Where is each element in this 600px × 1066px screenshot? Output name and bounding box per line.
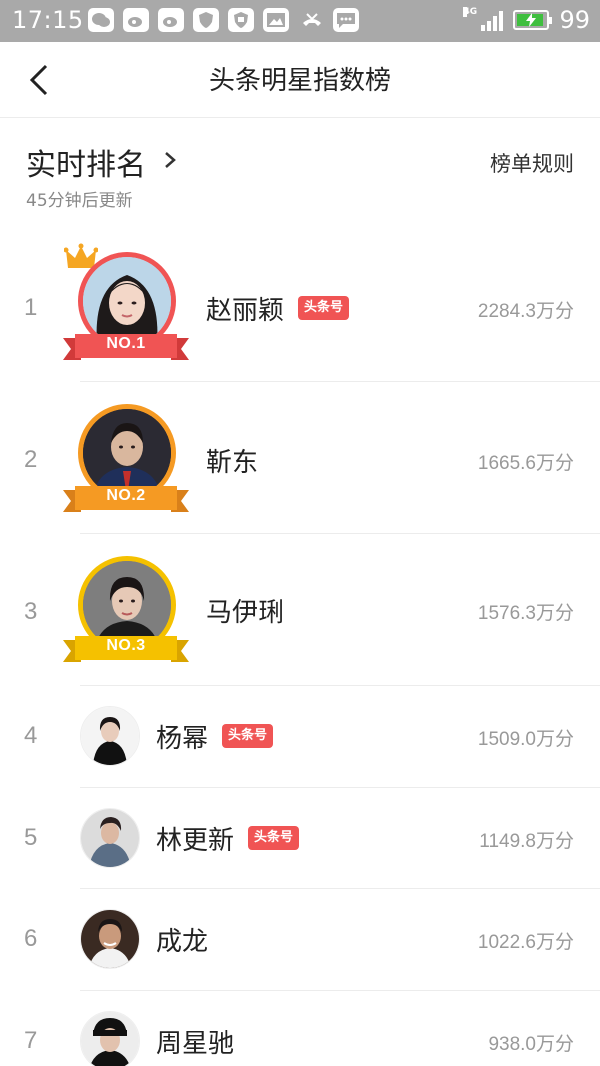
notification-icons bbox=[88, 8, 359, 32]
toutiao-badge: 头条号 bbox=[222, 724, 274, 748]
status-bar: 17:15 4G 99 bbox=[0, 0, 600, 42]
ranking-row-5[interactable]: 5 林更新 头条号 1149.8万分 bbox=[0, 788, 600, 889]
rank-number: 3 bbox=[24, 598, 38, 625]
score: 1022.6万分 bbox=[477, 932, 574, 953]
avatar bbox=[80, 909, 140, 969]
star-name[interactable]: 杨幂 bbox=[156, 718, 208, 755]
rules-link[interactable]: 榜单规则 bbox=[490, 148, 574, 178]
star-name[interactable]: 靳东 bbox=[206, 442, 258, 479]
star-name[interactable]: 赵丽颖 bbox=[206, 290, 284, 327]
missed-call-icon bbox=[298, 8, 324, 32]
update-note: 45分钟后更新 bbox=[26, 191, 133, 211]
rank-number: 7 bbox=[24, 1027, 38, 1054]
message-icon bbox=[333, 8, 359, 32]
medal-label: NO.3 bbox=[106, 637, 146, 654]
page-title: 头条明星指数榜 bbox=[208, 66, 391, 96]
rank-number: 1 bbox=[24, 294, 38, 321]
nav-bar: 头条明星指数榜 bbox=[0, 42, 600, 118]
ranking-row-2[interactable]: 2 NO.2 靳东 1665.6万分 bbox=[0, 382, 600, 534]
status-right: 4G 99 bbox=[463, 6, 590, 34]
avatar bbox=[80, 808, 140, 868]
ranking-row-1[interactable]: 1 NO.1 赵丽颖 头条号 2284.3万分 bbox=[0, 230, 600, 382]
chevron-right-icon[interactable] bbox=[162, 150, 178, 170]
rank-number: 5 bbox=[24, 824, 38, 851]
rank-number: 6 bbox=[24, 925, 38, 952]
star-name[interactable]: 成龙 bbox=[156, 921, 208, 958]
score: 2284.3万分 bbox=[477, 301, 574, 322]
star-name[interactable]: 周星驰 bbox=[156, 1023, 234, 1060]
score: 1149.8万分 bbox=[479, 831, 574, 852]
shield-icon bbox=[193, 8, 219, 32]
score: 1576.3万分 bbox=[477, 603, 574, 624]
status-time: 17:15 bbox=[12, 6, 84, 34]
star-name[interactable]: 林更新 bbox=[156, 820, 234, 857]
ranking-row-7[interactable]: 7 周星驰 938.0万分 bbox=[0, 991, 600, 1066]
weibo-icon bbox=[123, 8, 149, 32]
ranking-row-4[interactable]: 4 杨幂 头条号 1509.0万分 bbox=[0, 686, 600, 788]
score: 938.0万分 bbox=[488, 1034, 574, 1055]
ranking-row-3[interactable]: 3 NO.3 马伊琍 1576.3万分 bbox=[0, 534, 600, 686]
weibo-icon bbox=[158, 8, 184, 32]
avatar bbox=[80, 1011, 140, 1066]
section-title-realtime-ranking[interactable]: 实时排名 bbox=[26, 140, 146, 184]
toutiao-badge: 头条号 bbox=[298, 296, 350, 320]
rank-number: 2 bbox=[24, 446, 38, 473]
toutiao-badge: 头条号 bbox=[248, 826, 300, 850]
wechat-icon bbox=[88, 8, 114, 32]
score: 1665.6万分 bbox=[477, 453, 574, 474]
rank-number: 4 bbox=[24, 722, 38, 749]
medal-label: NO.1 bbox=[106, 335, 146, 352]
score: 1509.0万分 bbox=[477, 729, 574, 750]
signal-icon: 4G bbox=[463, 7, 504, 31]
network-type: 4G bbox=[463, 7, 478, 17]
battery-level: 99 bbox=[559, 6, 590, 34]
ranking-row-6[interactable]: 6 成龙 1022.6万分 bbox=[0, 889, 600, 991]
image-icon bbox=[263, 8, 289, 32]
shield-icon bbox=[228, 8, 254, 32]
avatar bbox=[80, 706, 140, 766]
medal-label: NO.2 bbox=[106, 487, 146, 504]
battery-icon bbox=[513, 10, 553, 30]
star-name[interactable]: 马伊琍 bbox=[206, 592, 284, 629]
